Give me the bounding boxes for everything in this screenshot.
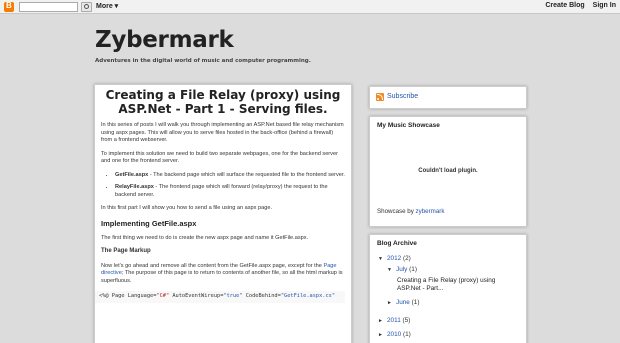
showcase-credit: Showcase by zybermark xyxy=(377,208,444,215)
widget-title: Blog Archive xyxy=(377,240,417,247)
archive-count: (5) xyxy=(402,317,411,324)
archive-count: (1) xyxy=(411,299,420,306)
bullet-term: GetFile.aspx xyxy=(115,171,149,178)
code-text: AutoEventWireup= xyxy=(169,293,224,299)
rss-feed-icon[interactable] xyxy=(376,93,384,101)
navbar-search-input[interactable] xyxy=(19,2,78,12)
archive-year-2011: ► 2011 (5) xyxy=(378,317,410,324)
list-item: GetFile.aspx - The backend page which wi… xyxy=(115,172,345,180)
post-paragraph: To implement this solution we need to bu… xyxy=(101,150,338,165)
create-blog-link[interactable]: Create Blog xyxy=(545,2,584,9)
paragraph-text: Now let's go ahead and remove all the co… xyxy=(101,262,324,269)
subscribe-link[interactable]: Subscribe xyxy=(387,93,418,100)
archive-month-link[interactable]: June xyxy=(396,299,410,306)
zybermark-link[interactable]: zybermark xyxy=(416,208,445,215)
archive-month-june: ► June (1) xyxy=(387,299,419,306)
post-body: In this series of posts I will walk you … xyxy=(95,116,351,303)
post-paragraph: Now let's go ahead and remove all the co… xyxy=(101,263,345,286)
widget-title: My Music Showcase xyxy=(377,122,440,129)
sign-in-link[interactable]: Sign In xyxy=(593,2,616,9)
blog-title[interactable]: Zybermark xyxy=(95,27,234,53)
triangle-right-icon[interactable]: ► xyxy=(378,332,387,338)
archive-month-july: ▼ July (1) xyxy=(387,266,417,273)
triangle-down-icon[interactable]: ▼ xyxy=(387,267,396,273)
archive-count: (1) xyxy=(403,331,411,338)
code-string: "GetFile.aspx.cs" xyxy=(280,293,336,299)
code-string: "true" xyxy=(223,293,243,299)
search-icon[interactable] xyxy=(81,2,92,12)
code-block: <%@ Page Language="C#" AutoEventWireup="… xyxy=(95,291,345,303)
sub-heading: The Page Markup xyxy=(101,248,151,254)
triangle-right-icon[interactable]: ► xyxy=(387,300,396,306)
archive-year-2012: ▼ 2012 (2) xyxy=(378,255,411,262)
subscribe-widget: Subscribe xyxy=(369,86,527,109)
more-menu-button[interactable]: More ▾ xyxy=(96,2,118,10)
bullet-text: - The backend page which will surface th… xyxy=(148,171,345,178)
list-item: RelayFile.aspx - The frontend page which… xyxy=(115,184,345,199)
plugin-error-message: Couldn't load plugin. xyxy=(418,168,478,174)
blog-archive-widget: Blog Archive ▼ 2012 (2) ▼ July (1) Creatin… xyxy=(369,234,527,343)
navbar-account-links: Create Blog Sign In xyxy=(545,2,616,9)
archive-year-2010: ► 2010 (1) xyxy=(378,331,411,338)
archive-month-link[interactable]: July xyxy=(396,266,407,273)
triangle-down-icon[interactable]: ▼ xyxy=(378,256,387,262)
code-text: CodeBehind= xyxy=(242,293,281,299)
triangle-right-icon[interactable]: ► xyxy=(378,318,387,324)
section-heading: Implementing GetFile.aspx xyxy=(101,218,197,228)
post-bullet-list: GetFile.aspx - The backend page which wi… xyxy=(115,172,345,200)
archive-year-link[interactable]: 2011 xyxy=(387,317,401,324)
blog-post: Creating a File Relay (proxy) using ASP.… xyxy=(94,84,352,343)
post-paragraph: In this first part I will show you how t… xyxy=(101,205,273,211)
blog-description: Adventures in the digital world of music… xyxy=(95,58,311,64)
post-paragraph: In this series of posts I will walk you … xyxy=(101,122,344,143)
blogger-navbar: More ▾ Create Blog Sign In xyxy=(0,0,620,14)
code-string: "C#" xyxy=(156,293,170,299)
paragraph-text: ; The purpose of this page is to return … xyxy=(101,270,343,284)
archive-year-link[interactable]: 2010 xyxy=(387,331,401,338)
post-paragraph: The first thing we need to do is create … xyxy=(101,234,309,241)
code-text: <%@ Page Language= xyxy=(99,293,157,299)
showcase-text: Showcase by xyxy=(377,208,416,215)
archive-count: (1) xyxy=(409,266,417,273)
blogger-logo-icon[interactable] xyxy=(4,1,14,12)
bullet-term: RelayFile.aspx xyxy=(115,184,154,190)
music-showcase-widget: My Music Showcase Couldn't load plugin. … xyxy=(369,116,527,227)
archive-year-link[interactable]: 2012 xyxy=(387,255,401,262)
post-title[interactable]: Creating a File Relay (proxy) using ASP.… xyxy=(95,85,351,116)
archive-post-link[interactable]: Creating a File Relay (proxy) using ASP.… xyxy=(397,277,515,293)
archive-count: (2) xyxy=(403,255,411,262)
